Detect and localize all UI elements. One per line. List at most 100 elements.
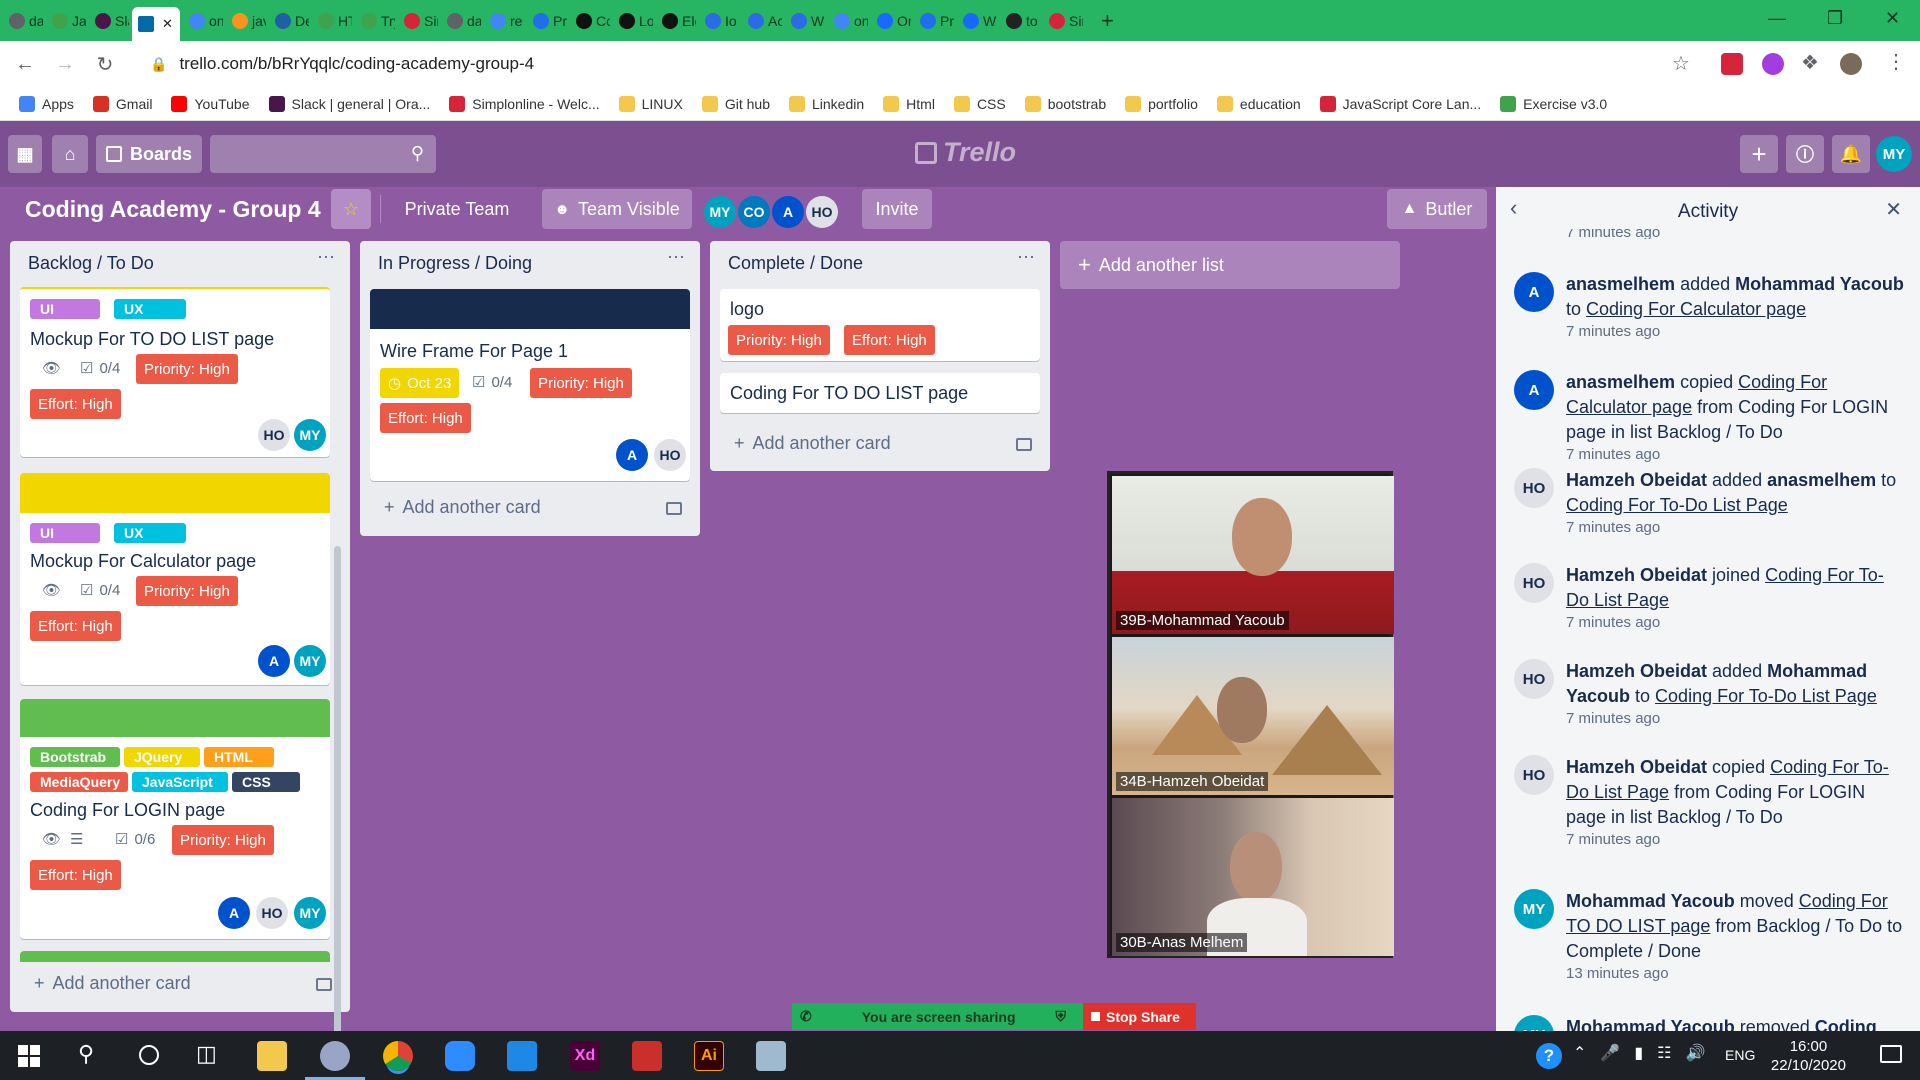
browser-tab[interactable]: HT [312,6,352,36]
bookmark-item[interactable]: LINUX [618,95,683,112]
activity-time[interactable]: 7 minutes ago [1566,518,1906,538]
zoom-icon[interactable] [445,1041,475,1071]
browser-tab[interactable]: De [269,6,309,36]
card-member-avatar[interactable]: MY [294,645,326,677]
activity-time[interactable]: 7 minutes ago [1566,445,1906,465]
bookmark-item[interactable]: Linkedin [789,95,864,112]
card-member-avatar[interactable]: MY [294,419,326,451]
activity-avatar[interactable]: HO [1514,563,1554,603]
bookmark-item[interactable]: Git hub [701,95,770,112]
activity-card-link[interactable]: Coding For To-Do List Page [1655,686,1877,706]
activity-avatar[interactable]: A [1514,272,1554,312]
add-card-button[interactable]: + Add another card [734,433,891,454]
extension-red-icon[interactable] [1721,53,1743,75]
activity-actor[interactable]: Mohammad Yacoub [1566,891,1735,911]
member-avatar[interactable]: HO [806,196,838,228]
info-icon[interactable]: ⓘ [1786,135,1824,173]
card[interactable]: UI UX Mockup For TO DO LIST page 👁 ☑ 0/4 … [20,287,330,457]
activity-time[interactable]: 7 minutes ago [1566,709,1906,729]
bookmark-item[interactable]: Html [883,95,935,112]
bookmark-item[interactable]: education [1216,95,1301,112]
help-icon[interactable]: ? [1536,1043,1562,1069]
card-member-avatar[interactable]: HO [654,439,686,471]
winrar-icon[interactable] [632,1041,662,1071]
card-template-icon[interactable] [666,502,682,515]
browser-tab[interactable]: Io [699,6,739,36]
browser-tab[interactable]: Sir [398,6,438,36]
activity-actor[interactable]: Mohammad Yacoub [1566,1017,1735,1031]
activity-avatar[interactable]: HO [1514,659,1554,699]
new-tab-plus-icon[interactable]: + [1101,8,1114,34]
notifications-bell-icon[interactable]: 🔔 [1832,135,1870,173]
card-member-avatar[interactable]: A [258,645,290,677]
reload-icon[interactable]: ↻ [90,52,120,77]
card-member-avatar[interactable]: A [616,439,648,471]
star-board-icon[interactable]: ☆ [331,189,371,229]
battery-icon[interactable]: ▮ [1634,1043,1643,1063]
bookmark-item[interactable]: Slack | general | Ora... [268,95,430,112]
activity-actor[interactable]: Hamzeh Obeidat [1566,470,1707,490]
browser-tab[interactable]: on [183,6,223,36]
card-template-icon[interactable] [1016,438,1032,451]
bookmark-item[interactable]: CSS [953,95,1006,112]
browser-tab[interactable]: ✕ [132,7,180,41]
browser-tab[interactable]: Cc [570,6,610,36]
card[interactable] [20,951,330,962]
bookmark-item[interactable]: Apps [19,95,74,112]
taskbar-search-icon[interactable]: ⚲ [78,1041,94,1067]
add-card-button[interactable]: + Add another card [34,973,191,994]
language-indicator[interactable]: ENG [1725,1047,1755,1063]
butler-button[interactable]: ▲ Butler [1387,189,1487,229]
team-visible-button[interactable]: ☻ Team Visible [542,189,692,229]
boards-button[interactable]: Boards [96,135,202,173]
activity-avatar[interactable]: MY [1514,889,1554,929]
browser-tab[interactable]: da [3,6,43,36]
browser-tab[interactable]: Ele [656,6,696,36]
activity-time[interactable]: 7 minutes ago [1566,613,1906,633]
card-template-icon[interactable] [316,978,332,991]
restore-icon[interactable]: ❐ [1827,8,1843,29]
browser-tab[interactable]: jav [226,6,266,36]
bookmark-item[interactable]: YouTube [171,95,250,112]
member-avatar[interactable]: MY [704,196,736,228]
extension-purple-icon[interactable] [1762,53,1784,75]
bookmark-star-icon[interactable]: ☆ [1672,51,1690,76]
cortana-icon[interactable] [139,1045,159,1065]
card[interactable]: UI UX Mockup For Calculator page 👁 ☑ 0/4 … [20,473,330,685]
browser-tab[interactable]: da [441,6,481,36]
url-input[interactable]: 🔒 trello.com/b/bRrYqqlc/coding-academy-g… [140,47,1700,81]
activity-time[interactable]: 7 minutes ago [1566,322,1906,342]
file-explorer-icon[interactable] [257,1041,287,1071]
browser-tab[interactable]: W [785,6,825,36]
chrome-taskbar-icon[interactable] [383,1041,413,1071]
browser-tab[interactable]: Sla [89,6,129,36]
list-title[interactable]: In Progress / Doing [378,253,532,274]
activity-card-link[interactable]: Coding For To-Do List Page [1566,495,1788,515]
activity-avatar[interactable]: MY [1514,1015,1554,1031]
private-team-button[interactable]: Private Team [393,189,521,229]
add-card-button[interactable]: + Add another card [384,497,541,518]
paint-icon[interactable] [320,1041,350,1071]
stop-share-button[interactable]: Stop Share [1083,1003,1196,1030]
card[interactable]: Coding For TO DO LIST page [720,373,1040,413]
list-title[interactable]: Complete / Done [728,253,863,274]
browser-tab[interactable]: re [484,6,524,36]
browser-tab[interactable]: W [957,6,997,36]
close-tab-icon[interactable]: ✕ [162,16,173,32]
bookmark-item[interactable]: bootstrab [1024,95,1106,112]
notification-center-icon[interactable] [1880,1045,1902,1063]
activity-actor[interactable]: Hamzeh Obeidat [1566,565,1707,585]
trello-logo[interactable]: Trello [915,137,1016,168]
bookmark-item[interactable]: portfolio [1125,95,1198,112]
browser-tab[interactable]: Try [355,6,395,36]
profile-avatar-icon[interactable] [1840,53,1862,75]
card[interactable]: logo Priority: High Effort: High [720,289,1040,361]
browser-tab[interactable]: Sir [1043,6,1083,36]
list-title[interactable]: Backlog / To Do [28,253,154,274]
activity-actor[interactable]: Hamzeh Obeidat [1566,757,1707,777]
illustrator-icon[interactable]: Ai [694,1041,724,1071]
list-menu-icon[interactable]: ⋯ [317,247,336,268]
notes-icon[interactable] [756,1041,786,1071]
vscode-icon[interactable] [507,1041,537,1071]
card[interactable]: Bootstrab JQuery HTML MediaQuery JavaScr… [20,699,330,939]
